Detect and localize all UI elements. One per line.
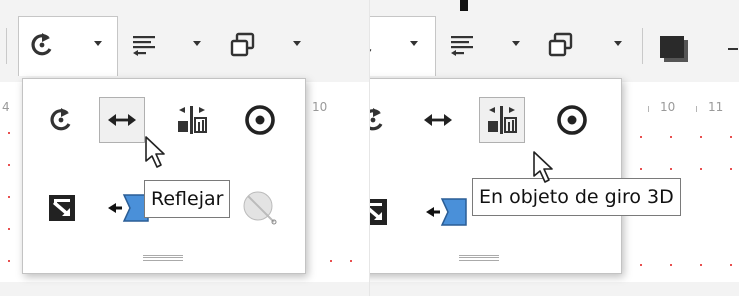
align-icon (133, 36, 155, 56)
status-bar (0, 282, 369, 296)
ruler-number: 4 (2, 100, 10, 114)
transform-popup-menu (370, 78, 622, 274)
convert-to-3d-icon (488, 106, 517, 134)
rotate-icon (370, 108, 383, 131)
align-dropdown-arrow-icon[interactable] (193, 41, 201, 46)
popup-drag-grip[interactable] (143, 255, 183, 261)
ruler-number: 10 (312, 100, 328, 114)
left-screenshot-panel: 4 10 Reflejar (0, 0, 369, 296)
convert-to-curve-icon (49, 195, 75, 221)
hidden-transform-menu-item[interactable] (237, 185, 283, 231)
rotate-icon (370, 49, 372, 52)
arrange-dropdown-arrow-icon[interactable] (614, 41, 622, 46)
rotate-dropdown-arrow-icon[interactable] (94, 41, 102, 46)
toolbar-separator (642, 28, 643, 64)
convert-to-3d-icon (178, 106, 207, 134)
mouse-cursor-icon (145, 136, 165, 168)
status-bar (370, 282, 739, 296)
toolbar-separator (6, 28, 7, 64)
cursor-marker (460, 0, 468, 11)
tooltip: Reflejar (144, 180, 231, 218)
rotate-menu-item[interactable] (370, 97, 397, 143)
tooltip: En objeto de giro 3D (472, 178, 681, 216)
flip-menu-item[interactable] (415, 97, 461, 143)
shadow-icon[interactable] (660, 36, 690, 64)
arrange-dropdown-arrow-icon[interactable] (293, 41, 301, 46)
convert-to-curve-icon (370, 199, 387, 225)
flip-icon (424, 114, 452, 126)
circle-menu-item[interactable] (237, 97, 283, 143)
circle-target-icon (245, 105, 275, 135)
ruler-number: 10 (660, 100, 676, 114)
arrange-icon (548, 32, 573, 57)
to-polygon-icon (426, 198, 467, 226)
transform-popup-menu (22, 78, 306, 274)
align-icon (451, 36, 473, 56)
rotate-dropdown-button[interactable] (370, 16, 436, 76)
more-icon[interactable] (728, 48, 738, 50)
circle-menu-item[interactable] (549, 97, 595, 143)
arrange-icon (230, 32, 255, 57)
to-curve-menu-item[interactable] (370, 189, 397, 235)
flip-menu-item[interactable] (99, 97, 145, 143)
flip-icon (108, 114, 136, 126)
hidden-transform-icon (243, 191, 277, 225)
rotate-dropdown-arrow-icon[interactable] (410, 41, 418, 46)
to-polygon-menu-item[interactable] (419, 189, 475, 235)
rotate-icon (31, 33, 52, 56)
convert-3d-menu-item[interactable] (169, 97, 215, 143)
toolbar (370, 0, 739, 82)
align-dropdown-arrow-icon[interactable] (512, 41, 520, 46)
mouse-cursor-icon (533, 151, 553, 183)
popup-drag-grip[interactable] (459, 255, 499, 261)
ruler-number: 11 (708, 100, 724, 114)
rotate-menu-item[interactable] (39, 97, 85, 143)
toolbar (0, 0, 369, 82)
to-curve-menu-item[interactable] (39, 185, 85, 231)
right-screenshot-panel: 10 11 En objeto de giro 3D (370, 0, 739, 296)
circle-target-icon (557, 105, 587, 135)
convert-3d-menu-item[interactable] (479, 97, 525, 143)
rotate-icon (50, 108, 71, 131)
